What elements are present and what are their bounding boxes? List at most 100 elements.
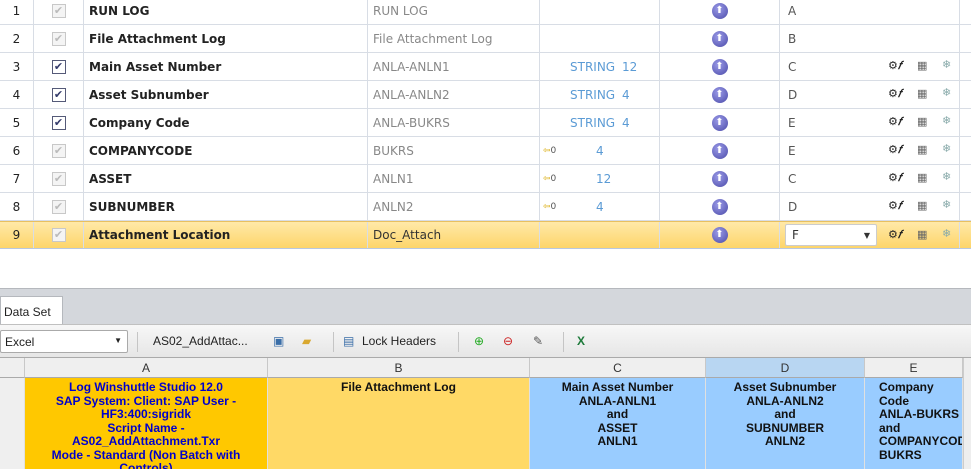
sap-field[interactable]: ANLN2 bbox=[368, 193, 540, 220]
field-description[interactable]: Main Asset Number bbox=[84, 53, 368, 80]
snowflake-icon[interactable]: ❄ bbox=[942, 86, 951, 99]
row-header[interactable] bbox=[0, 378, 25, 469]
field-description[interactable]: ASSET bbox=[84, 165, 368, 192]
sap-field[interactable]: ANLA-ANLN2 bbox=[368, 81, 540, 108]
mapping-row[interactable]: 2 ✔ File Attachment Log File Attachment Log… bbox=[0, 25, 971, 53]
lock-headers-icon[interactable]: ▤ bbox=[343, 334, 354, 348]
formula-icon[interactable]: ⚙𝑓 bbox=[888, 171, 901, 185]
source-type-select[interactable]: Excel ▼ bbox=[0, 330, 128, 353]
snowflake-icon[interactable]: ❄ bbox=[942, 114, 951, 127]
excel-column[interactable]: A bbox=[780, 0, 960, 24]
column-header[interactable]: B bbox=[268, 358, 530, 378]
column-header[interactable]: E bbox=[865, 358, 963, 378]
column-header[interactable]: A bbox=[25, 358, 268, 378]
direction-up-icon[interactable]: ⬆ bbox=[711, 227, 728, 243]
row-number: 6 bbox=[0, 137, 34, 164]
snowflake-icon[interactable]: ❄ bbox=[942, 198, 951, 211]
formula-icon[interactable]: ⚙𝑓 bbox=[888, 143, 901, 157]
excel-column[interactable]: D bbox=[780, 81, 960, 108]
sap-field[interactable]: Doc_Attach bbox=[368, 222, 540, 248]
formula-icon[interactable]: ⚙𝑓 bbox=[888, 59, 901, 73]
sap-field[interactable]: ANLA-ANLN1 bbox=[368, 53, 540, 80]
formula-icon[interactable]: ⚙𝑓 bbox=[888, 115, 901, 129]
direction-up-icon[interactable]: ⬆ bbox=[711, 142, 728, 159]
row-checkbox[interactable]: ✔ bbox=[51, 143, 66, 158]
snowflake-icon[interactable]: ❄ bbox=[942, 58, 951, 71]
excel-column[interactable]: B bbox=[780, 25, 960, 52]
field-description[interactable]: COMPANYCODE bbox=[84, 137, 368, 164]
formula-icon[interactable]: ⚙𝑓 bbox=[888, 228, 901, 242]
field-description[interactable]: RUN LOG bbox=[84, 0, 368, 24]
save-icon[interactable]: ▣ bbox=[273, 334, 284, 348]
add-row-icon[interactable]: ⊕ bbox=[474, 334, 484, 348]
field-description[interactable]: Company Code bbox=[84, 109, 368, 136]
number-list-icon[interactable]: ▦ bbox=[917, 143, 927, 156]
row-checkbox[interactable]: ✔ bbox=[51, 228, 66, 242]
excel-column[interactable]: C bbox=[780, 165, 960, 192]
sheet-cell[interactable]: Log Winshuttle Studio 12.0 SAP System: C… bbox=[25, 378, 268, 469]
mapping-row[interactable]: 9 ✔ Attachment Location Doc_Attach ⬆ F ▼ ⚙𝑓 ▦ ❄ bbox=[0, 221, 971, 249]
excel-column[interactable]: E bbox=[780, 137, 960, 164]
field-description[interactable]: File Attachment Log bbox=[84, 25, 368, 52]
lock-headers-button[interactable]: Lock Headers bbox=[362, 334, 436, 348]
formula-icon[interactable]: ⚙𝑓 bbox=[888, 199, 901, 213]
excel-column[interactable]: E bbox=[780, 109, 960, 136]
column-select[interactable]: F ▼ bbox=[785, 224, 877, 246]
direction-up-icon[interactable]: ⬆ bbox=[711, 86, 728, 103]
mapping-row[interactable]: 7 ✔ ASSET ANLN1 ⇦0 12 ⬆ C ⚙𝑓 ▦ ❄ bbox=[0, 165, 971, 193]
direction-up-icon[interactable]: ⬆ bbox=[711, 170, 728, 187]
vertical-scrollbar[interactable] bbox=[963, 358, 971, 469]
snowflake-icon[interactable]: ❄ bbox=[942, 227, 951, 240]
field-description[interactable]: Asset Subnumber bbox=[84, 81, 368, 108]
row-checkbox[interactable]: ✔ bbox=[51, 87, 66, 102]
sap-field[interactable]: RUN LOG bbox=[368, 0, 540, 24]
sap-field[interactable]: ANLN1 bbox=[368, 165, 540, 192]
formula-icon[interactable]: ⚙𝑓 bbox=[888, 87, 901, 101]
snowflake-icon[interactable]: ❄ bbox=[942, 170, 951, 183]
number-list-icon[interactable]: ▦ bbox=[917, 87, 927, 100]
mapping-row[interactable]: 1 ✔ RUN LOG RUN LOG ⬆ A bbox=[0, 0, 971, 25]
sap-field[interactable]: ANLA-BUKRS bbox=[368, 109, 540, 136]
row-checkbox[interactable]: ✔ bbox=[51, 171, 66, 186]
direction-up-icon[interactable]: ⬆ bbox=[711, 198, 728, 215]
field-description[interactable]: Attachment Location bbox=[84, 222, 368, 248]
file-name[interactable]: AS02_AddAttac... bbox=[153, 334, 248, 348]
column-header[interactable]: D bbox=[706, 358, 865, 378]
mapping-row[interactable]: 5 ✔ Company Code ANLA-BUKRS STRING 4 ⬆ E ⚙𝑓 ▦ ❄ bbox=[0, 109, 971, 137]
number-list-icon[interactable]: ▦ bbox=[917, 115, 927, 128]
tab-data-set[interactable]: Data Set bbox=[0, 296, 63, 325]
sheet-cell[interactable]: File Attachment Log bbox=[268, 378, 530, 469]
mapping-row[interactable]: 3 ✔ Main Asset Number ANLA-ANLN1 STRING 12 ⬆ C ⚙… bbox=[0, 53, 971, 81]
sheet-cell[interactable]: Main Asset Number ANLA-ANLN1 and ASSET A… bbox=[530, 378, 706, 469]
mapping-row[interactable]: 4 ✔ Asset Subnumber ANLA-ANLN2 STRING 4 ⬆ D ⚙𝑓 ▦ ❄ bbox=[0, 81, 971, 109]
snowflake-icon[interactable]: ❄ bbox=[942, 142, 951, 155]
column-header[interactable]: C bbox=[530, 358, 706, 378]
mapping-row[interactable]: 8 ✔ SUBNUMBER ANLN2 ⇦0 4 ⬆ D ⚙𝑓 ▦ ❄ bbox=[0, 193, 971, 221]
row-checkbox[interactable]: ✔ bbox=[51, 199, 66, 214]
row-checkbox[interactable]: ✔ bbox=[51, 3, 66, 18]
excel-icon[interactable]: X bbox=[577, 334, 585, 348]
sheet-cell[interactable]: Company Code ANLA-BUKRS and COMPANYCODE … bbox=[865, 378, 963, 469]
corner-header[interactable] bbox=[0, 358, 25, 378]
number-list-icon[interactable]: ▦ bbox=[917, 59, 927, 72]
mapping-row[interactable]: 6 ✔ COMPANYCODE BUKRS ⇦0 4 ⬆ E ⚙𝑓 ▦ ❄ bbox=[0, 137, 971, 165]
sheet-cell[interactable]: Asset Subnumber ANLA-ANLN2 and SUBNUMBER… bbox=[706, 378, 865, 469]
row-checkbox[interactable]: ✔ bbox=[51, 31, 66, 46]
delete-row-icon[interactable]: ⊖ bbox=[503, 334, 513, 348]
number-list-icon[interactable]: ▦ bbox=[917, 199, 927, 212]
number-list-icon[interactable]: ▦ bbox=[917, 171, 927, 184]
direction-up-icon[interactable]: ⬆ bbox=[711, 58, 728, 75]
number-list-icon[interactable]: ▦ bbox=[917, 228, 927, 241]
row-checkbox[interactable]: ✔ bbox=[51, 115, 66, 130]
field-description[interactable]: SUBNUMBER bbox=[84, 193, 368, 220]
open-folder-icon[interactable]: ▰ bbox=[302, 334, 311, 348]
edit-sheet-icon[interactable]: ✎ bbox=[533, 334, 543, 348]
excel-column[interactable]: D bbox=[780, 193, 960, 220]
sap-field[interactable]: File Attachment Log bbox=[368, 25, 540, 52]
direction-up-icon[interactable]: ⬆ bbox=[711, 2, 728, 19]
sap-field[interactable]: BUKRS bbox=[368, 137, 540, 164]
row-checkbox[interactable]: ✔ bbox=[51, 59, 66, 74]
direction-up-icon[interactable]: ⬆ bbox=[711, 114, 728, 131]
direction-up-icon[interactable]: ⬆ bbox=[711, 30, 728, 47]
excel-column[interactable]: C bbox=[780, 53, 960, 80]
